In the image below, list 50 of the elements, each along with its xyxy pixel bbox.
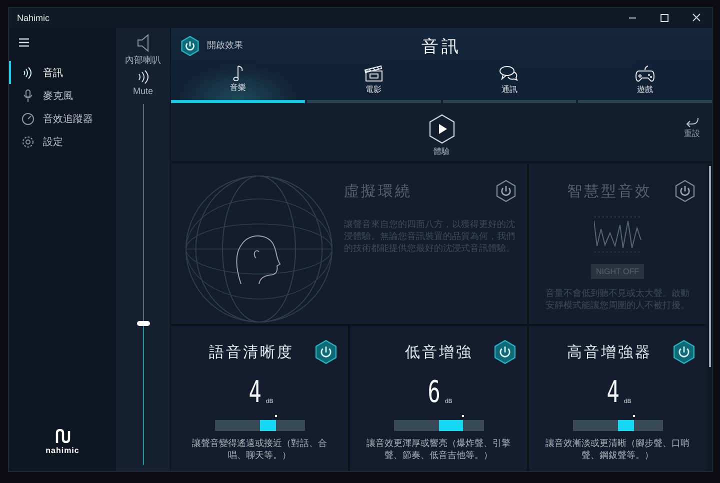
speaker-icon[interactable] — [136, 34, 150, 52]
power-icon[interactable] — [493, 340, 517, 364]
category-tab[interactable]: 音樂 — [171, 63, 305, 103]
close-icon[interactable] — [691, 13, 702, 23]
effect-description: 讓音效漸淡或更清晰（腳步聲、口哨聲、鋼鈸聲等。） — [544, 437, 690, 461]
reset-button[interactable]: 重設 — [684, 117, 700, 139]
page-title: 音訊 — [422, 37, 462, 56]
power-icon[interactable] — [674, 180, 696, 202]
effect-title: 語音清晰度 — [209, 342, 294, 362]
sidebar-item[interactable]: 設定 — [9, 130, 116, 153]
waveform-drawing — [594, 216, 642, 254]
music-note-icon — [232, 65, 243, 81]
gain-value: 4 — [248, 378, 262, 408]
mute-label: Mute — [132, 86, 153, 96]
gain-value: 6 — [428, 378, 440, 408]
settings-icon — [21, 134, 35, 148]
device-label: 內部喇叭 — [125, 54, 161, 67]
maximize-icon[interactable] — [659, 13, 670, 23]
gain-slider[interactable] — [394, 415, 484, 431]
gain-value: 4 — [606, 378, 620, 408]
sound-waves-icon[interactable] — [136, 70, 150, 84]
effect-description: 讓音效更渾厚或響亮（爆炸聲、引擎聲、節奏、低音吉他等。） — [366, 437, 512, 461]
effect-description: 讓聲音變得遙遠或接近（對話、合唱、聊天等。） — [191, 437, 328, 461]
return-arrow-icon — [684, 117, 700, 128]
power-icon[interactable] — [314, 340, 338, 364]
gamepad-icon — [635, 65, 656, 83]
sidebar-item[interactable]: 麥克風 — [9, 84, 116, 107]
effect-title: 高音增強器 — [567, 342, 652, 362]
menu-icon[interactable] — [19, 38, 29, 47]
effect-title: 虛擬環繞 — [344, 182, 412, 200]
power-icon[interactable] — [180, 36, 200, 56]
microphone-icon — [21, 88, 35, 102]
logo-icon — [54, 429, 70, 445]
sidebar-item[interactable]: 音效追蹤器 — [9, 107, 116, 130]
effect-title: 低音增強 — [405, 342, 473, 362]
volume-thumb[interactable] — [136, 321, 150, 326]
speech-bubbles-icon — [499, 65, 520, 83]
logo-text: nahimic — [46, 446, 80, 455]
power-icon[interactable] — [495, 180, 517, 202]
play-icon — [426, 114, 456, 144]
gain-slider[interactable] — [572, 415, 662, 431]
power-icon[interactable] — [672, 340, 696, 364]
clapperboard-icon — [364, 65, 384, 83]
gain-slider[interactable] — [214, 415, 304, 431]
effect-title: 智慧型音效 — [567, 182, 652, 200]
window-title: Nahimic — [17, 13, 51, 23]
effects-toggle-label: 開啟效果 — [207, 39, 243, 52]
gauge-icon — [21, 112, 35, 126]
scrollbar[interactable] — [709, 166, 711, 367]
preview-button[interactable]: 體驗 — [426, 114, 456, 156]
